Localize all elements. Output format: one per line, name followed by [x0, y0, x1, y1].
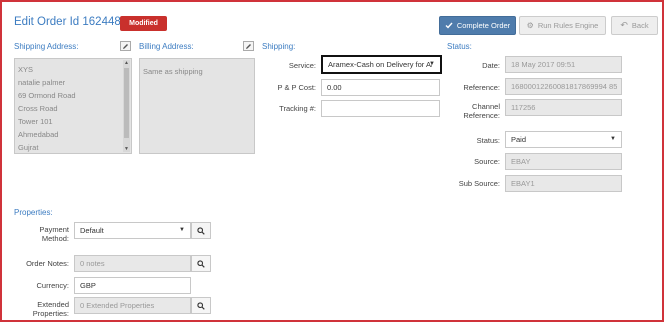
status-value: Paid [511, 135, 527, 144]
subsource-field: EBAY1 [505, 175, 622, 192]
payment-method-select[interactable]: Default ▼ [74, 222, 191, 239]
payment-method-label: Payment Method: [14, 225, 69, 243]
scroll-down-icon[interactable]: ▼ [124, 146, 129, 152]
run-rules-engine-button[interactable]: ⚙ Run Rules Engine [519, 16, 606, 35]
status-label: Status: [476, 136, 500, 145]
billing-address-heading: Billing Address: [139, 42, 194, 51]
shipping-address-heading: Shipping Address: [14, 42, 79, 51]
edit-billing-address-button[interactable] [243, 41, 254, 51]
address-line: Gujrat [18, 143, 39, 152]
service-select[interactable]: Aramex-Cash on Delivery for Ai ▼ [321, 55, 442, 74]
back-button[interactable]: ↶ Back [611, 16, 658, 35]
caret-down-icon: ▼ [429, 61, 435, 67]
gears-icon: ⚙ [526, 21, 534, 30]
extended-properties-label: Extended Properties: [14, 300, 69, 318]
service-value: Aramex-Cash on Delivery for Ai [328, 60, 432, 69]
payment-method-search-button[interactable] [191, 222, 211, 239]
status-select[interactable]: Paid ▼ [505, 131, 622, 148]
order-notes-search-button[interactable] [191, 255, 211, 272]
scroll-up-icon[interactable]: ▲ [124, 60, 129, 66]
service-label: Service: [288, 61, 316, 70]
edit-shipping-address-button[interactable] [120, 41, 131, 51]
reference-label: Reference: [463, 83, 500, 92]
currency-label: Currency: [36, 281, 69, 290]
billing-address-text: Same as shipping [143, 67, 203, 76]
channel-reference-label: Channel Reference: [447, 102, 500, 120]
currency-input[interactable]: GBP [74, 277, 191, 294]
channel-reference-value: 117256 [511, 103, 536, 112]
subsource-value: EBAY1 [511, 179, 535, 188]
pp-cost-input[interactable]: 0.00 [321, 79, 440, 96]
currency-value: GBP [80, 281, 96, 290]
complete-order-button[interactable]: Complete Order [439, 16, 516, 35]
properties-heading: Properties: [14, 208, 53, 217]
payment-method-value: Default [80, 226, 104, 235]
status-badge: Modified [120, 16, 167, 31]
subsource-label: Sub Source: [458, 179, 500, 188]
reference-value: 16800012260081817869994 85 [511, 82, 618, 91]
search-icon [197, 226, 205, 235]
complete-order-label: Complete Order [456, 21, 511, 30]
search-icon [197, 259, 205, 268]
arrow-left-icon: ↶ [620, 20, 628, 30]
tracking-input[interactable] [321, 100, 440, 117]
address-line: XYS [18, 65, 34, 74]
extended-properties-value: 0 Extended Properties [80, 301, 155, 310]
payment-method-label-line: Payment [39, 225, 69, 234]
source-field: EBAY [505, 153, 622, 170]
scrollbar[interactable]: ▲ ▼ [123, 60, 130, 152]
page-title: Edit Order Id 162448 [14, 16, 121, 28]
address-line: natalie palmer [18, 78, 66, 87]
source-value: EBAY [511, 157, 531, 166]
run-rules-engine-label: Run Rules Engine [537, 21, 599, 30]
address-line: Ahmedabad [18, 130, 59, 139]
date-label: Date: [482, 61, 500, 70]
payment-method-label-line: Method: [41, 234, 69, 243]
date-value: 18 May 2017 09:51 [511, 60, 576, 69]
channel-reference-field: 117256 [505, 99, 622, 116]
order-edit-panel: Edit Order Id 162448 Modified Complete O… [0, 0, 664, 322]
pp-cost-label: P & P Cost: [277, 83, 317, 92]
edit-icon [123, 43, 128, 49]
order-notes-label: Order Notes: [26, 259, 69, 268]
tracking-label: Tracking #: [279, 104, 316, 113]
billing-address-box[interactable]: Same as shipping [139, 58, 255, 154]
extended-properties-search-button[interactable] [191, 297, 211, 314]
extended-properties-label-line: Extended [37, 300, 69, 309]
shipping-address-box[interactable]: XYS natalie palmer 69 Ormond Road Cross … [14, 58, 132, 154]
scrollbar-thumb[interactable] [124, 68, 129, 138]
extended-properties-field: 0 Extended Properties [74, 297, 191, 314]
address-line: Cross Road [18, 104, 58, 113]
reference-field: 16800012260081817869994 85 [505, 78, 622, 95]
date-field: 18 May 2017 09:51 [505, 56, 622, 73]
channel-reference-label-line: Reference: [463, 111, 500, 120]
order-notes-value: 0 notes [80, 259, 105, 268]
caret-down-icon: ▼ [179, 227, 185, 233]
source-label: Source: [474, 157, 500, 166]
back-label: Back [631, 21, 649, 30]
order-notes-field: 0 notes [74, 255, 191, 272]
address-line: Tower 101 [18, 117, 53, 126]
edit-icon [246, 43, 251, 49]
address-line: 69 Ormond Road [18, 91, 76, 100]
caret-down-icon: ▼ [610, 136, 616, 142]
status-heading: Status: [447, 42, 472, 51]
channel-reference-label-line: Channel [472, 102, 500, 111]
check-icon [445, 22, 453, 29]
shipping-heading: Shipping: [262, 42, 296, 51]
search-icon [197, 301, 205, 310]
pp-cost-value: 0.00 [327, 83, 342, 92]
extended-properties-label-line: Properties: [32, 309, 69, 318]
